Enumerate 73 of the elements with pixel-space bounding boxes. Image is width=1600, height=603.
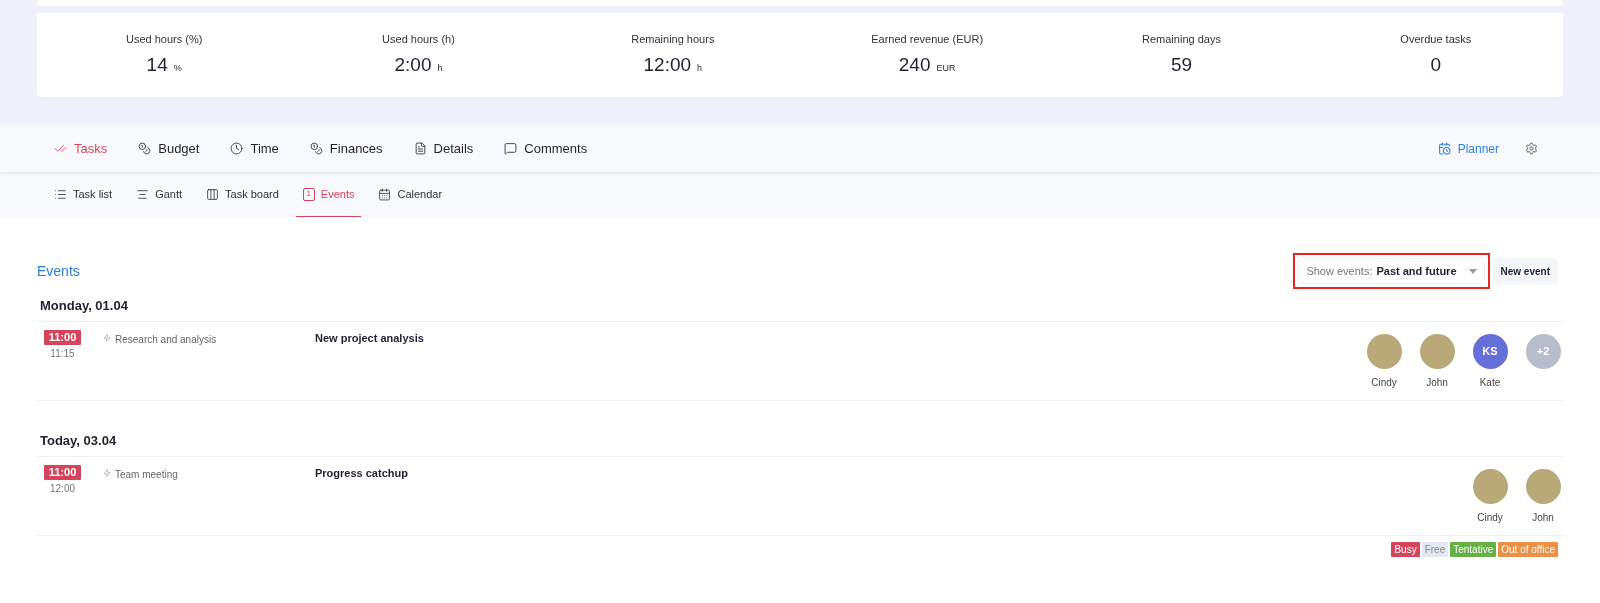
calendar-icon xyxy=(378,187,392,201)
stat-value: 14 xyxy=(146,53,168,77)
event-type: Team meeting xyxy=(115,468,178,482)
tab[interactable]: Details xyxy=(413,138,474,159)
legend-tag: Free xyxy=(1421,542,1449,557)
stat-unit: h xyxy=(697,62,703,75)
event-type: Research and analysis xyxy=(115,333,217,347)
coins-icon xyxy=(138,142,152,155)
tab[interactable]: Finances xyxy=(309,138,383,159)
subtab[interactable]: Calendar xyxy=(371,172,450,217)
list-icon xyxy=(54,187,67,201)
stat-unit: EUR xyxy=(936,62,956,75)
day-heading: Today, 03.04 xyxy=(39,432,118,451)
stat-unit: h xyxy=(437,62,443,75)
legend-tag: Busy xyxy=(1391,542,1420,557)
tab[interactable]: Tasks xyxy=(54,138,108,159)
columns-icon xyxy=(206,187,220,201)
attendee-name: Cindy xyxy=(1477,511,1503,525)
attendee-name: John xyxy=(1532,511,1554,525)
tab[interactable]: Comments xyxy=(504,138,588,159)
coins-icon xyxy=(309,142,323,155)
avatar-photo-placeholder xyxy=(1525,469,1561,504)
end-time: 12:00 xyxy=(50,482,75,496)
event-row[interactable]: 11:00 11:15 Research and analysis New project analysis Cindy John KS Kate +2 xyxy=(37,321,1563,401)
lightning-icon xyxy=(103,334,111,342)
stat-label: Earned revenue (EUR) xyxy=(871,31,984,47)
planner-link[interactable]: Planner xyxy=(1437,139,1499,158)
new-event-button[interactable]: New event xyxy=(1492,257,1558,285)
caret-icon xyxy=(1468,268,1477,274)
event-title: Progress catchup xyxy=(315,466,408,481)
stat-unit: % xyxy=(173,62,182,75)
calendar-icon xyxy=(1437,142,1451,155)
stat-label: Remaining days xyxy=(1142,31,1221,47)
stat-value: 12:00 xyxy=(643,53,692,77)
events-title: Events xyxy=(37,261,80,281)
stat-value: 2:00 xyxy=(394,53,432,77)
event-row[interactable]: 11:00 12:00 Team meeting Progress catchup Cindy John xyxy=(37,456,1563,536)
day-heading: Monday, 01.04 xyxy=(39,297,129,316)
tab[interactable]: Budget xyxy=(138,138,200,159)
document-icon xyxy=(413,142,427,155)
legend-tag: Tentative xyxy=(1450,542,1497,557)
attendee-name: Cindy xyxy=(1371,376,1397,390)
subtab[interactable]: Task board xyxy=(199,172,286,217)
stat-value: 0 xyxy=(1430,53,1442,77)
stat-value: 59 xyxy=(1170,53,1193,77)
check-icon xyxy=(54,142,67,155)
lightning-icon xyxy=(103,469,111,477)
stat-value: 240 xyxy=(898,53,931,77)
gantt-icon xyxy=(136,187,150,201)
attendee-name: Kate xyxy=(1479,376,1501,390)
stat-label: Overdue tasks xyxy=(1400,31,1472,47)
subtab[interactable]: Gantt xyxy=(129,172,190,217)
calendar-day-icon: 1 xyxy=(302,187,315,201)
settings-icon[interactable] xyxy=(1525,142,1538,155)
tab[interactable]: Time xyxy=(230,138,279,159)
comment-icon xyxy=(504,142,518,155)
avatar-photo-placeholder xyxy=(1419,334,1455,369)
start-time: 11:00 xyxy=(43,330,82,345)
show-events-dropdown[interactable]: Show events: Past and future xyxy=(1298,258,1485,284)
end-time: 11:15 xyxy=(50,347,75,361)
subtab[interactable]: Task list xyxy=(47,172,120,217)
attendee-name: John xyxy=(1426,376,1448,390)
legend-tag: Out of office xyxy=(1498,542,1558,557)
stat-label: Used hours (%) xyxy=(125,31,203,47)
start-time: 11:00 xyxy=(43,465,82,480)
clock-icon xyxy=(230,142,244,155)
stat-label: Remaining hours xyxy=(631,31,715,47)
avatar: KS xyxy=(1472,334,1508,369)
subtab[interactable]: 1 Events xyxy=(295,172,362,217)
event-title: New project analysis xyxy=(315,331,424,346)
stat-label: Used hours (h) xyxy=(382,31,455,47)
avatar-photo-placeholder xyxy=(1472,469,1508,504)
avatar-photo-placeholder xyxy=(1366,334,1402,369)
